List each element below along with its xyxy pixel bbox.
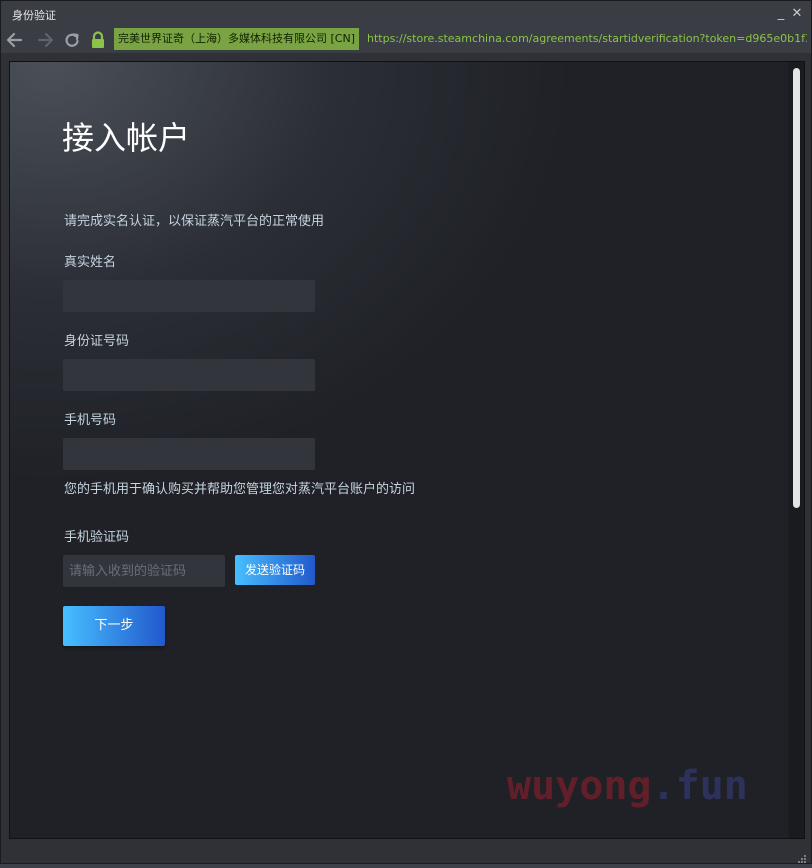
page-content: 接入帐户 请完成实名认证，以保证蒸汽平台的正常使用 真实姓名 身份证号码 手机号…	[9, 61, 805, 839]
real-name-input[interactable]	[63, 280, 315, 312]
address-url[interactable]: https://store.steamchina.com/agreements/…	[367, 27, 807, 51]
watermark-part-1: wuyong	[507, 763, 652, 809]
intro-text: 请完成实名认证，以保证蒸汽平台的正常使用	[64, 214, 325, 229]
forward-button[interactable]	[34, 29, 56, 51]
title-bar: 身份验证 _ ✕	[1, 1, 811, 27]
send-code-button[interactable]: 发送验证码	[235, 555, 315, 585]
resize-grip[interactable]	[797, 849, 807, 863]
close-icon: ✕	[791, 6, 803, 21]
window-title: 身份验证	[12, 9, 56, 22]
reload-icon	[65, 33, 79, 47]
sms-code-input[interactable]	[63, 555, 225, 587]
id-number-label: 身份证号码	[64, 334, 130, 349]
reload-button[interactable]	[61, 29, 83, 51]
watermark-part-2: .fun	[651, 763, 748, 809]
secure-connection-indicator[interactable]	[87, 29, 109, 51]
phone-input[interactable]	[63, 438, 315, 470]
phone-note: 您的手机用于确认购买并帮助您管理您对蒸汽平台账户的访问	[64, 482, 416, 497]
minimize-icon: _	[777, 6, 785, 21]
certificate-badge[interactable]: 完美世界证奇（上海）多媒体科技有限公司 [CN]	[114, 28, 359, 50]
navigation-bar: 完美世界证奇（上海）多媒体科技有限公司 [CN] https://store.s…	[1, 27, 811, 53]
arrow-left-icon	[6, 32, 23, 48]
close-button[interactable]: ✕	[789, 6, 805, 22]
arrow-right-icon	[37, 32, 54, 48]
id-number-input[interactable]	[63, 359, 315, 391]
resize-grip-icon	[798, 855, 806, 863]
page-title: 接入帐户	[62, 119, 191, 157]
minimize-button[interactable]: _	[773, 6, 789, 22]
verification-window: 身份验证 _ ✕ 完美世界证奇（上海）多媒体科技有限公司 [CN] https:…	[0, 0, 812, 864]
sms-code-label: 手机验证码	[64, 530, 130, 545]
next-button[interactable]: 下一步	[63, 606, 165, 646]
lock-icon	[92, 31, 104, 48]
back-button[interactable]	[4, 29, 26, 51]
phone-label: 手机号码	[64, 413, 117, 428]
watermark: wuyong.fun	[507, 762, 748, 810]
real-name-label: 真实姓名	[64, 255, 117, 270]
scrollbar-thumb[interactable]	[793, 68, 800, 508]
